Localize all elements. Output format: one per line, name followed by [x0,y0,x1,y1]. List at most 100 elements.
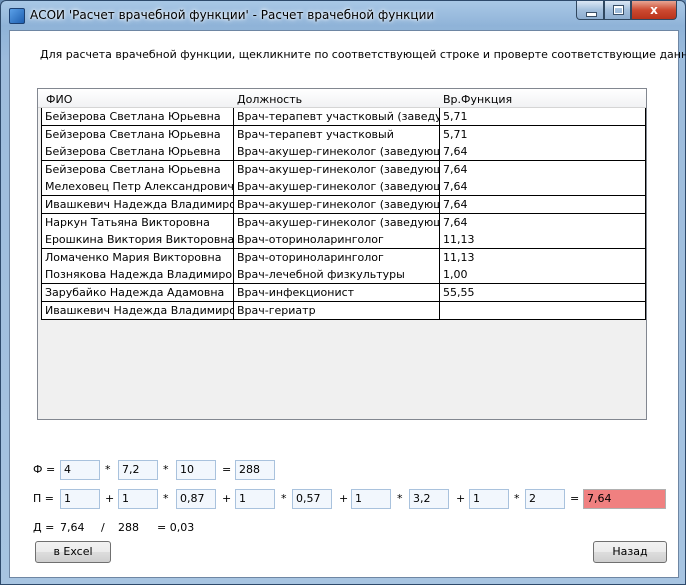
table-row[interactable]: Бейзерова Светлана Юрьевна Врач-акушер-ги… [41,160,646,179]
pi-value-2[interactable]: 1 [118,489,158,509]
phi-value-2[interactable]: 7,2 [118,460,158,480]
cell-position[interactable]: Врач-инфекционист [234,284,440,301]
cell-fio[interactable]: Ивашкевич Надежда Владимировна [41,301,234,319]
pi-value-4[interactable]: 1 [235,489,275,509]
cell-fio[interactable]: Бейзерова Светлана Юрьевна [41,125,234,143]
instruction-text: Для расчета врачебной функции, щекликнит… [40,48,686,61]
cell-fio[interactable]: Бейзерова Светлана Юрьевна [41,143,234,161]
cell-function[interactable]: 7,64 [440,143,646,161]
cell-position[interactable]: Врач-лечебной физкультуры [234,266,440,284]
phi-equals: = [222,463,232,476]
cell-fio[interactable]: Мелеховец Петр Александрович [41,178,234,196]
d-denominator: 288 [118,521,139,534]
phi-op-2: * [163,463,169,476]
cell-fio[interactable]: Бейзерова Светлана Юрьевна [41,108,234,125]
cell-fio[interactable]: Ивашкевич Надежда Владимировна [41,196,234,213]
cell-fio[interactable]: Ломаченко Мария Викторовна [41,248,234,266]
cell-position[interactable]: Врач-терапевт участковый [234,125,440,143]
pi-value-1[interactable]: 1 [60,489,100,509]
cell-fio[interactable]: Бейзерова Светлана Юрьевна [41,160,234,178]
cell-position[interactable]: Врач-акушер-гинеколог (заведующий) [234,160,440,178]
column-header-fio[interactable]: ФИО [46,93,72,106]
close-button[interactable]: x [631,1,677,20]
cell-function[interactable]: 11,13 [440,231,646,249]
pi-result[interactable]: 7,64 [583,489,666,509]
d-numerator: 7,64 [60,521,85,534]
pi-plus-3: + [339,492,349,505]
phi-result[interactable]: 288 [235,460,275,480]
d-result: = 0,03 [157,521,195,534]
table-row[interactable]: Познякова Надежда Владимировна Врач-лечеб… [41,266,646,285]
cell-position[interactable]: Врач-акушер-гинеколог (заведующий) [234,213,440,231]
maximize-icon [613,5,624,15]
cell-fio[interactable]: Ерошкина Виктория Викторовна [41,231,234,249]
cell-position[interactable]: Врач-акушер-гинеколог (заведующий) [234,178,440,196]
table-row[interactable]: Ивашкевич Надежда ВладимировнаВрач-акуше… [41,196,646,214]
table-row[interactable]: Бейзерова Светлана Юрьевна Врач-терапевт … [41,108,646,126]
window-title: АСОИ 'Расчет врачебной функции' - Расчет… [30,8,435,22]
d-label: Д = [33,521,55,534]
cell-position[interactable]: Врач-оториноларинголог [234,248,440,266]
pi-plus-1: + [105,492,115,505]
cell-position[interactable]: Врач-гериатр [234,301,440,319]
pi-value-5[interactable]: 0,57 [292,489,332,509]
cell-function[interactable]: 5,71 [440,108,646,125]
maximize-button[interactable] [604,1,631,20]
pi-mul-4: * [514,492,520,505]
table-row[interactable]: Бейзерова Светлана Юрьевна Врач-акушер-ги… [41,143,646,162]
pi-value-8[interactable]: 1 [469,489,509,509]
pi-mul-3: * [397,492,403,505]
cell-position[interactable]: Врач-акушер-гинеколог (заведующий) [234,143,440,161]
table-row[interactable]: Ломаченко Мария Викторовна Врач-оторинола… [41,248,646,267]
pi-value-7[interactable]: 3,2 [409,489,449,509]
cell-function[interactable]: 7,64 [440,160,646,178]
cell-function[interactable]: 7,64 [440,213,646,231]
column-header-position[interactable]: Должность [237,93,302,106]
table-row[interactable]: Ивашкевич Надежда ВладимировнаВрач-гериа… [41,301,646,320]
phi-label: Ф = [33,463,56,476]
back-button[interactable]: Назад [593,541,667,563]
pi-value-6[interactable]: 1 [351,489,391,509]
cell-fio[interactable]: Познякова Надежда Владимировна [41,266,234,284]
cell-position[interactable]: Врач-терапевт участковый (заведующи [234,108,440,125]
title-bar[interactable]: АСОИ 'Расчет врачебной функции' - Расчет… [1,1,685,29]
minimize-button[interactable] [576,1,604,20]
table-row[interactable]: Ерошкина Виктория Викторовна Врач-оторино… [41,231,646,250]
cell-function[interactable]: 7,64 [440,178,646,196]
pi-value-3[interactable]: 0,87 [176,489,216,509]
cell-function[interactable]: 11,13 [440,248,646,266]
pi-value-9[interactable]: 2 [525,489,565,509]
cell-function[interactable]: 7,64 [440,196,646,213]
d-slash: / [101,521,105,534]
table-row[interactable]: Зарубайко Надежда Адамовна Врач-инфекцион… [41,284,646,302]
pi-label: П = [33,492,54,505]
phi-op-1: * [105,463,111,476]
cell-function[interactable]: 1,00 [440,266,646,284]
phi-value-1[interactable]: 4 [60,460,100,480]
phi-value-3[interactable]: 10 [176,460,216,480]
client-area: Для расчета врачебной функции, щекликнит… [9,30,686,578]
cell-fio[interactable]: Наркун Татьяна Викторовна [41,213,234,231]
cell-function[interactable]: 5,71 [440,125,646,143]
table-row[interactable]: Мелеховец Петр Александрович Врач-акушер-… [41,178,646,197]
main-window: АСОИ 'Расчет врачебной функции' - Расчет… [0,0,686,585]
physicians-grid[interactable]: ФИО Должность Вр.Функция Бейзерова Светл… [37,88,647,420]
app-icon [9,8,25,24]
table-row[interactable]: Наркун Татьяна Викторовна Врач-акушер-гин… [41,213,646,232]
cell-position[interactable]: Врач-оториноларинголог [234,231,440,249]
table-row[interactable]: Бейзерова Светлана Юрьевна Врач-терапевт … [41,125,646,144]
cell-function[interactable] [440,301,646,319]
pi-plus-4: + [456,492,466,505]
minimize-icon [586,12,597,17]
pi-mul-2: * [281,492,287,505]
pi-equals: = [570,492,580,505]
close-icon: x [650,3,658,17]
pi-plus-2: + [222,492,232,505]
export-excel-button[interactable]: в Excel [35,541,111,563]
cell-fio[interactable]: Зарубайко Надежда Адамовна [41,284,234,301]
cell-function[interactable]: 55,55 [440,284,646,301]
grid-header: ФИО Должность Вр.Функция [38,89,646,108]
cell-position[interactable]: Врач-акушер-гинеколог (заведующий) [234,196,440,213]
column-header-function[interactable]: Вр.Функция [443,93,512,106]
pi-mul-1: * [163,492,169,505]
